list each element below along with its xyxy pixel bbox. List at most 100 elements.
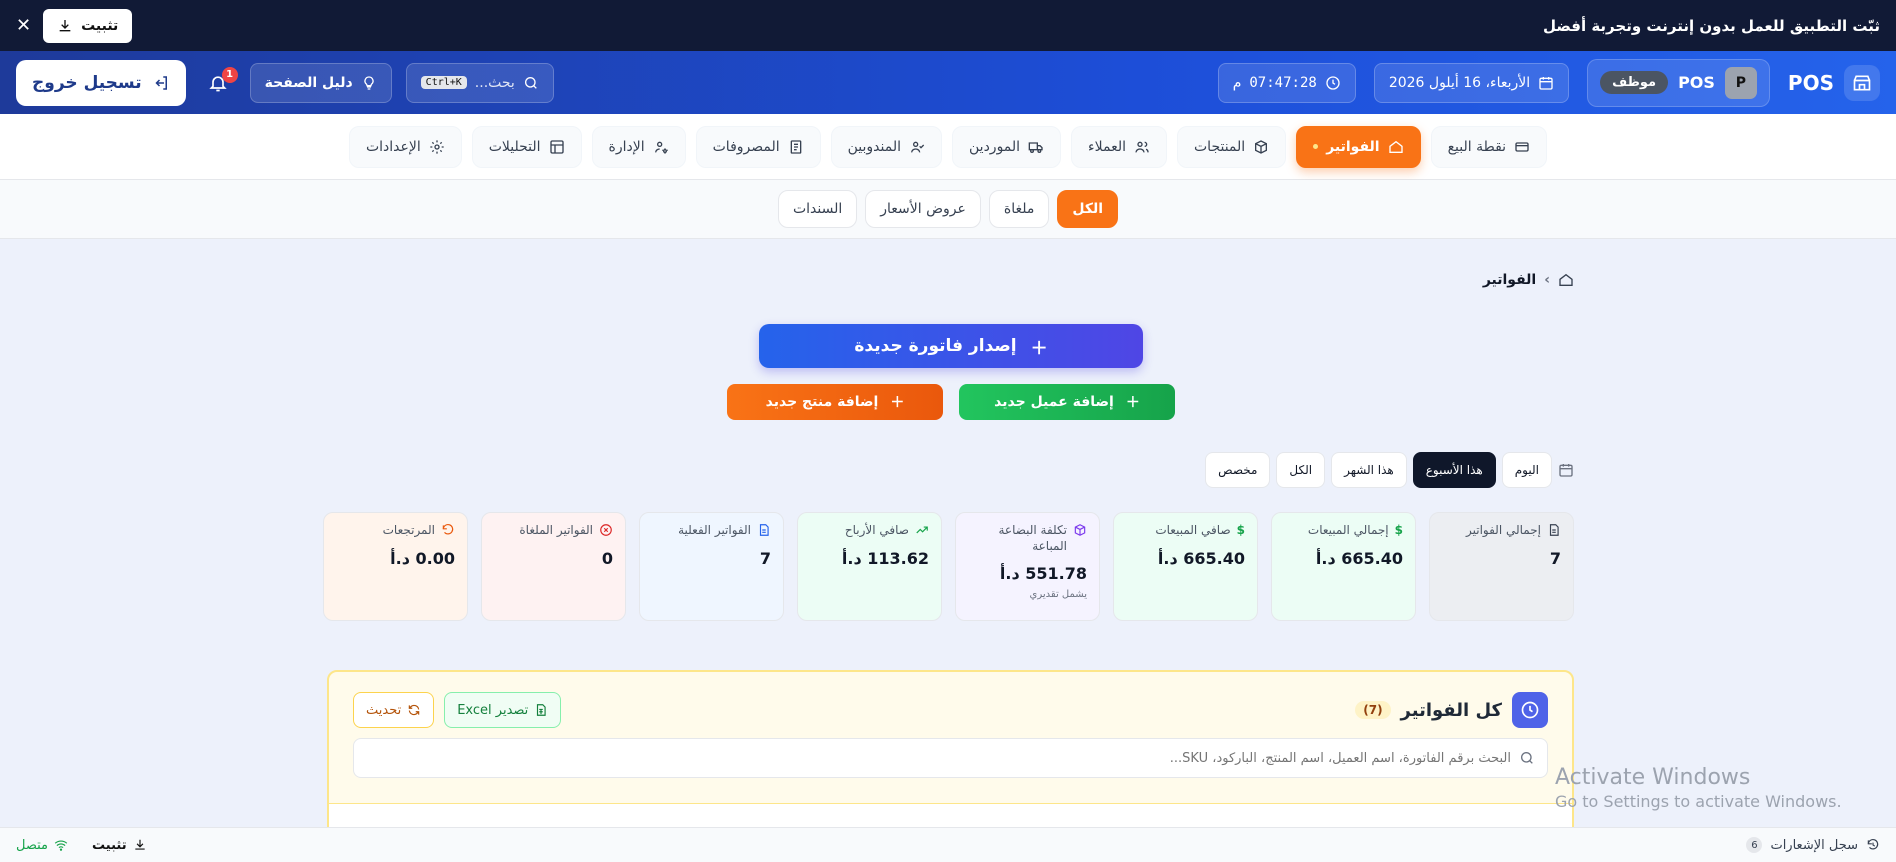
nav-analytics-label: التحليلات: [488, 138, 541, 155]
brand[interactable]: POS: [1787, 64, 1880, 101]
date-chip: الأربعاء، 16 أيلول 2026: [1373, 62, 1570, 103]
stat-label: صافي الأرباح: [844, 523, 909, 537]
stat-label: تكلفة البضاعة المباعة: [998, 523, 1067, 553]
sub-nav: الكل ملغاة عروض الأسعار السندات: [0, 180, 1896, 239]
new-invoice-label: إصدار فاتورة جديدة: [854, 336, 1017, 356]
global-search[interactable]: بحث... Ctrl+K: [405, 62, 554, 103]
file-icon: [1547, 523, 1561, 537]
plus-icon: ＋: [1030, 338, 1048, 359]
nav-analytics[interactable]: التحليلات: [471, 125, 582, 168]
nav-reps[interactable]: المندوبين: [830, 125, 943, 168]
period-today[interactable]: اليوم: [1501, 452, 1552, 488]
invoice-search-input[interactable]: [366, 750, 1511, 766]
nav-products[interactable]: المنتجات: [1177, 125, 1287, 168]
new-invoice-button[interactable]: ＋ إصدار فاتورة جديدة: [759, 324, 1143, 368]
logout-button[interactable]: تسجيل خروج: [16, 59, 186, 106]
stat-value: 665.40 د.أ: [1315, 548, 1403, 568]
app-header: POS P POS موظف الأربعاء، 16 أيلول 2026 0…: [0, 51, 1896, 114]
stat-note: يشمل تقديري: [1029, 589, 1087, 601]
tab-quotes[interactable]: عروض الأسعار: [865, 190, 981, 228]
nav-settings[interactable]: الإعدادات: [348, 125, 462, 168]
stat-label: إجمالي المبيعات: [1307, 523, 1389, 537]
nav-expenses[interactable]: المصروفات: [695, 125, 821, 168]
active-dot: [1313, 144, 1319, 149]
footer-install-button[interactable]: تثبيت: [92, 838, 147, 853]
nav-clients[interactable]: العملاء: [1071, 125, 1167, 168]
stat-net-sales: $ صافي المبيعات 665.40 د.أ: [1113, 512, 1258, 621]
file-text-icon: [757, 523, 771, 537]
nav-products-label: المنتجات: [1194, 138, 1246, 155]
home-icon: [1388, 139, 1404, 155]
invoice-search[interactable]: [353, 738, 1548, 778]
stat-value: 7: [759, 548, 771, 568]
notification-log-button[interactable]: سجل الإشعارات 6: [1746, 837, 1880, 853]
download-icon: [133, 838, 147, 852]
stat-cancelled-invoices: الفواتير الملغاة 0: [481, 512, 626, 621]
nav-suppliers[interactable]: الموردين: [952, 125, 1062, 168]
install-message-text: ثبّت التطبيق للعمل بدون إنترنت وتجربة أف…: [1542, 16, 1880, 35]
search-icon: [1519, 750, 1535, 766]
install-button[interactable]: تثبيت: [43, 8, 133, 43]
period-all[interactable]: الكل: [1276, 452, 1326, 488]
log-count-badge: 6: [1746, 837, 1763, 853]
nav-admin[interactable]: الإدارة: [591, 125, 686, 168]
stat-value: 7: [1549, 548, 1561, 568]
x-circle-icon: [599, 523, 613, 537]
wifi-icon: [54, 838, 68, 852]
stat-value: 0.00 د.أ: [390, 548, 455, 568]
user-name: POS: [1678, 73, 1715, 92]
nav-invoices[interactable]: الفواتير: [1296, 125, 1421, 168]
notifications-button[interactable]: 1: [200, 65, 238, 101]
calendar-icon: [1558, 462, 1574, 478]
panel-title-text: كل الفواتير: [1400, 699, 1502, 721]
clock-icon: [1512, 692, 1548, 728]
logout-icon: [152, 74, 170, 92]
plus-icon: ＋: [1125, 395, 1140, 411]
stat-total-sales: $ إجمالي المبيعات 665.40 د.أ: [1271, 512, 1416, 621]
add-client-button[interactable]: ＋ إضافة عميل جديد: [959, 384, 1175, 420]
period-week[interactable]: هذا الأسبوع: [1412, 452, 1496, 488]
calendar-icon: [1538, 75, 1554, 91]
stat-value: 113.62 د.أ: [841, 548, 929, 568]
invoice-count-badge: (7): [1355, 701, 1391, 719]
breadcrumb-current: الفواتير: [1482, 272, 1537, 288]
add-product-button[interactable]: ＋ إضافة منتج جديد: [727, 384, 943, 420]
add-client-label: إضافة عميل جديد: [994, 394, 1114, 410]
period-month[interactable]: هذا الشهر: [1331, 452, 1407, 488]
close-icon[interactable]: ✕: [16, 15, 31, 36]
nav-settings-label: الإعدادات: [365, 138, 421, 155]
user-check-icon: [909, 139, 925, 155]
time-text: 07:47:28: [1249, 74, 1317, 91]
stat-label: المرتجعات: [382, 523, 435, 537]
export-excel-button[interactable]: تصدير Excel: [444, 692, 562, 728]
stat-label: إجمالي الفواتير: [1466, 523, 1541, 537]
spreadsheet-icon: [534, 703, 548, 717]
dollar-icon: $: [1236, 523, 1245, 537]
install-message: ثبّت التطبيق للعمل بدون إنترنت وتجربة أف…: [1543, 17, 1880, 35]
breadcrumb: › الفواتير: [1483, 272, 1574, 288]
refresh-button[interactable]: تحديث: [353, 692, 435, 728]
brand-name: POS: [1787, 70, 1834, 95]
tab-vouchers[interactable]: السندات: [777, 190, 858, 228]
nav-pos[interactable]: نقطة البيع: [1430, 125, 1548, 168]
stat-returns: المرتجعات 0.00 د.أ: [323, 512, 468, 621]
tab-cancelled[interactable]: ملغاة: [988, 190, 1050, 228]
page-guide-button[interactable]: دليل الصفحة: [249, 62, 392, 103]
stat-label: الفواتير الفعلية: [678, 523, 751, 537]
install-banner: ثبّت التطبيق للعمل بدون إنترنت وتجربة أف…: [0, 0, 1896, 51]
user-menu[interactable]: P POS موظف: [1587, 58, 1770, 107]
stat-net-profit: صافي الأرباح 113.62 د.أ: [797, 512, 942, 621]
truck-icon: [1028, 139, 1044, 155]
search-shortcut: Ctrl+K: [420, 76, 467, 89]
stat-value: 0: [601, 548, 613, 568]
stat-value: 665.40 د.أ: [1157, 548, 1245, 568]
tab-all[interactable]: الكل: [1057, 190, 1119, 228]
nav-pos-label: نقطة البيع: [1447, 138, 1507, 155]
search-icon: [523, 75, 539, 91]
plus-icon: ＋: [890, 395, 905, 411]
panel-title: كل الفواتير (7): [1355, 692, 1548, 728]
lightbulb-icon: [361, 75, 377, 91]
home-icon[interactable]: [1558, 272, 1574, 288]
chevron-left-icon: ›: [1544, 272, 1550, 288]
period-custom[interactable]: مخصص: [1205, 452, 1271, 488]
